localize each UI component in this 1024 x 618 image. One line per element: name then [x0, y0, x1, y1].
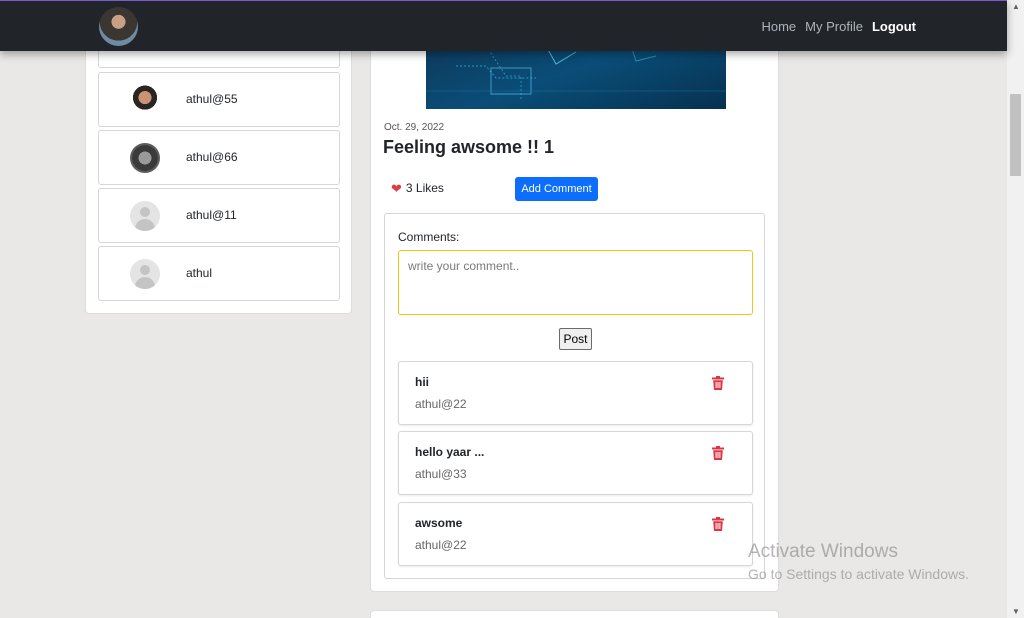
trash-icon[interactable]: [712, 446, 724, 460]
watermark-subtitle: Go to Settings to activate Windows.: [748, 566, 969, 582]
comment-text: awsome: [415, 516, 463, 530]
nav-home-link[interactable]: Home: [761, 19, 796, 34]
like-toggle[interactable]: ❤ 3 Likes: [391, 181, 444, 195]
post-image: [426, 46, 726, 109]
scrollbar-thumb[interactable]: [1010, 94, 1021, 176]
heart-icon[interactable]: ❤: [391, 182, 402, 195]
comment-item: hii athul@22: [398, 361, 753, 425]
trash-icon[interactable]: [712, 517, 724, 531]
add-comment-button[interactable]: Add Comment: [515, 177, 598, 201]
scroll-down-arrow-icon[interactable]: ▼: [1012, 607, 1020, 616]
user-name: athul@55: [186, 92, 238, 106]
comment-author: athul@22: [415, 397, 467, 411]
post-card: Oct. 29, 2022 Feeling awsome !! 1 ❤ 3 Li…: [370, 20, 779, 592]
post-comment-button[interactable]: Post: [559, 328, 592, 350]
comment-author: athul@33: [415, 467, 467, 481]
comments-label: Comments:: [398, 230, 460, 244]
user-list-item[interactable]: athul@11: [98, 188, 340, 243]
watermark-title: Activate Windows: [748, 541, 898, 562]
comment-author: athul@22: [415, 538, 467, 552]
user-list-item[interactable]: athul@55: [98, 72, 340, 127]
profile-avatar[interactable]: [99, 7, 138, 46]
windows-activation-watermark: Activate Windows Go to Settings to activ…: [748, 541, 969, 582]
next-post-card: [370, 610, 779, 618]
trash-icon[interactable]: [712, 376, 724, 390]
page-scrollbar[interactable]: ▲ ▼: [1007, 0, 1024, 618]
user-avatar: [130, 143, 160, 173]
user-name: athul: [186, 266, 213, 280]
user-list-item[interactable]: athul: [98, 246, 340, 301]
likes-count: 3 Likes: [405, 181, 444, 195]
scroll-up-arrow-icon[interactable]: ▲: [1012, 2, 1020, 11]
comment-text: hii: [415, 375, 429, 389]
nav-links: Home My Profile Logout: [761, 19, 916, 34]
comment-text: hello yaar ...: [415, 445, 485, 459]
user-name: athul@66: [186, 150, 238, 164]
user-list-item[interactable]: athul@66: [98, 130, 340, 185]
user-name: athul@11: [186, 208, 237, 222]
comment-input[interactable]: [398, 250, 753, 315]
default-user-icon: [130, 201, 160, 231]
top-navbar: Home My Profile Logout: [0, 0, 1007, 51]
comment-item: hello yaar ... athul@33: [398, 431, 753, 495]
comment-item: awsome athul@22: [398, 502, 753, 566]
nav-my-profile-link[interactable]: My Profile: [805, 19, 863, 34]
nav-logout-link[interactable]: Logout: [872, 19, 916, 34]
users-list-panel: athul@55 athul@66 athul@11 athul: [85, 13, 352, 314]
comments-section: Comments: Post hii athul@22 hello yaar .…: [384, 213, 765, 579]
default-user-icon: [130, 259, 160, 289]
post-title: Feeling awsome !! 1: [383, 137, 555, 157]
user-avatar: [130, 85, 160, 115]
post-date: Oct. 29, 2022: [384, 122, 445, 133]
